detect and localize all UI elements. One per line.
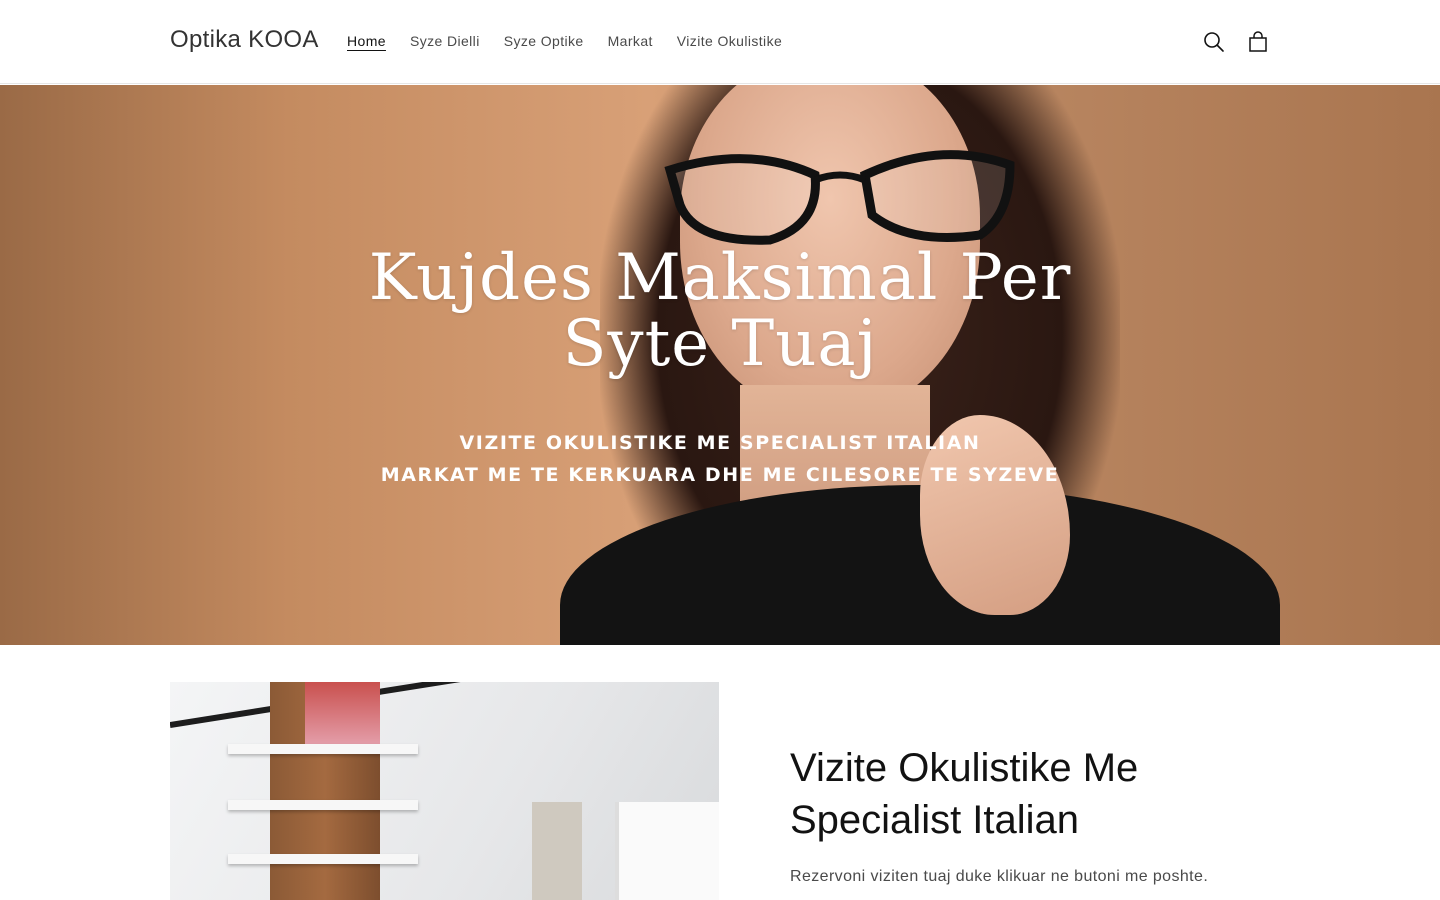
nav-markat[interactable]: Markat [608, 33, 653, 49]
nav-syze-dielli[interactable]: Syze Dielli [410, 33, 480, 49]
hero-subtitle-line2: MARKAT ME TE KERKUARA DHE ME CILESORE TE… [380, 464, 1060, 486]
hero-glasses-shape [664, 150, 1015, 245]
nav-vizite-okulistike[interactable]: Vizite Okulistike [677, 33, 782, 49]
store-poster-shape [305, 682, 380, 752]
nav-syze-optike[interactable]: Syze Optike [504, 33, 584, 49]
hero-subtitle: VIZITE OKULISTIKE ME SPECIALIST ITALIAN … [0, 427, 1440, 491]
section-text: Rezervoni viziten tuaj duke klikuar ne b… [790, 868, 1209, 885]
search-icon[interactable] [1202, 28, 1226, 56]
hero-title-line2: Syte Tuaj [562, 307, 878, 381]
glasses-display-case [615, 802, 719, 900]
cart-icon[interactable] [1246, 28, 1270, 56]
nav-home[interactable]: Home [347, 33, 386, 49]
site-logo[interactable]: Optika KOOA [170, 26, 319, 54]
main-nav: Home Syze Dielli Syze Optike Markat Vizi… [347, 33, 806, 49]
store-door-shape [532, 802, 582, 900]
header-icons [1202, 28, 1270, 56]
store-interior-image [170, 682, 719, 900]
display-shelf [228, 744, 418, 754]
hero-subtitle-line1: VIZITE OKULISTIKE ME SPECIALIST ITALIAN [459, 432, 981, 454]
section-title: Vizite Okulistike Me Specialist Italian [790, 746, 1139, 842]
display-shelf [228, 854, 418, 864]
hero-title: Kujdes Maksimal Per Syte Tuaj [0, 245, 1440, 377]
site-header: Optika KOOA Home Syze Dielli Syze Optike… [0, 0, 1440, 84]
hero-title-line1: Kujdes Maksimal Per [368, 241, 1072, 315]
hero-banner: Kujdes Maksimal Per Syte Tuaj VIZITE OKU… [0, 85, 1440, 645]
display-shelf [228, 800, 418, 810]
